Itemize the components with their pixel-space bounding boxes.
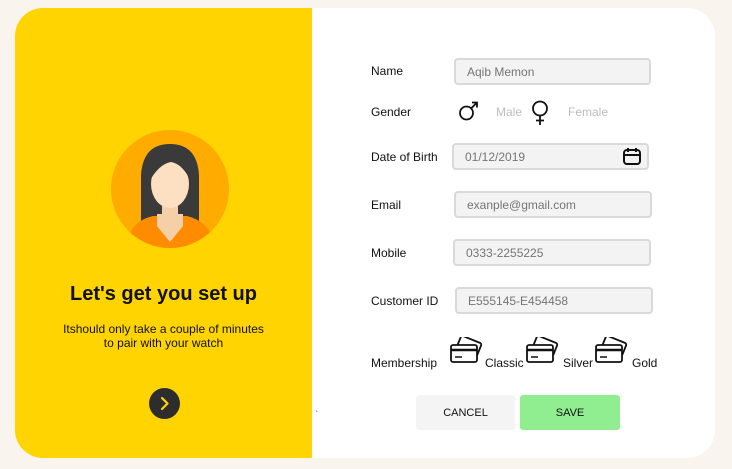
- customer-id-label: Customer ID: [371, 294, 439, 308]
- mobile-input[interactable]: [453, 239, 651, 266]
- customer-id-input[interactable]: [455, 287, 653, 314]
- name-input[interactable]: [454, 58, 651, 85]
- male-symbol-icon[interactable]: [458, 100, 480, 127]
- gender-option-male[interactable]: Male: [496, 105, 522, 119]
- welcome-title: Let's get you set up: [69, 283, 257, 305]
- welcome-subtitle-line1: Itshould only take a couple of minutes: [63, 322, 264, 336]
- welcome-panel: Let's get you set up Itshould only take …: [15, 8, 312, 458]
- avatar: [111, 130, 229, 248]
- credit-card-icon[interactable]: [525, 335, 559, 370]
- membership-option-silver[interactable]: Silver: [563, 356, 593, 370]
- credit-card-icon[interactable]: [594, 335, 628, 370]
- chevron-right-icon: [160, 396, 169, 411]
- mobile-label: Mobile: [371, 246, 407, 260]
- cancel-button[interactable]: CANCEL: [416, 395, 515, 430]
- welcome-subtitle: Itshould only take a couple of minutes t…: [15, 322, 312, 350]
- calendar-icon[interactable]: [622, 146, 642, 171]
- membership-option-gold[interactable]: Gold: [632, 356, 657, 370]
- female-symbol-icon[interactable]: [529, 100, 551, 131]
- dob-input[interactable]: [452, 143, 649, 170]
- email-label: Email: [371, 198, 402, 212]
- membership-label: Membership: [371, 356, 438, 370]
- dob-label: Date of Birth: [371, 150, 438, 164]
- credit-card-icon[interactable]: [449, 335, 483, 370]
- membership-option-classic[interactable]: Classic: [485, 356, 524, 370]
- welcome-subtitle-line2: to pair with your watch: [103, 336, 224, 350]
- email-input[interactable]: [454, 191, 652, 218]
- woman-avatar-icon: [125, 144, 215, 248]
- save-button[interactable]: SAVE: [520, 395, 620, 430]
- name-label: Name: [371, 64, 404, 78]
- next-button[interactable]: [149, 388, 180, 419]
- gender-label: Gender: [371, 105, 412, 119]
- setup-card: Let's get you set up Itshould only take …: [15, 8, 715, 458]
- gender-option-female[interactable]: Female: [568, 105, 608, 119]
- stray-mark: `: [315, 410, 319, 421]
